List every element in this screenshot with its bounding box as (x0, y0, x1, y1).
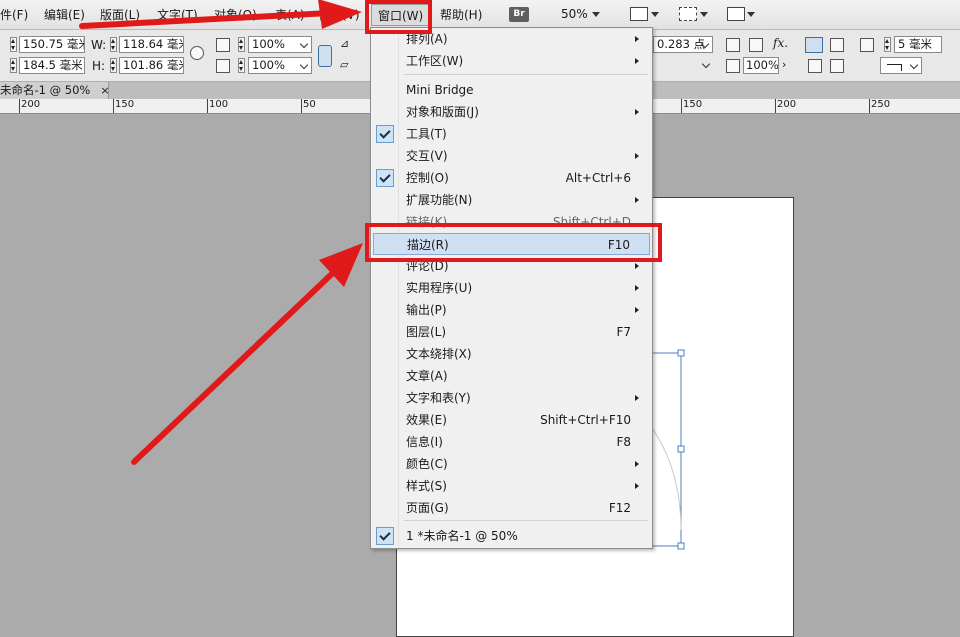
menu-item-16[interactable]: 文字和表(Y) (373, 387, 650, 409)
menu-item-4[interactable]: 工具(T) (373, 123, 650, 145)
annotation-box-stroke-item (365, 223, 662, 262)
menu-item-label: 扩展功能(N) (406, 193, 473, 207)
submenu-arrow-icon (635, 197, 639, 203)
menu-item-label: 文字和表(Y) (406, 391, 471, 405)
menu-item-label: 样式(S) (406, 479, 447, 493)
menu-item-17[interactable]: 效果(E) Shift+Ctrl+F10 (373, 409, 650, 431)
submenu-arrow-icon (635, 395, 639, 401)
submenu-arrow-icon (635, 36, 639, 42)
submenu-arrow-icon (635, 109, 639, 115)
menu-item-shortcut: F8 (616, 435, 631, 449)
menu-item-2[interactable]: Mini Bridge (373, 79, 650, 101)
menu-item-7[interactable]: 扩展功能(N) (373, 189, 650, 211)
window-menu-dropdown: 排列(A) 工作区(W) Mini Bridge 对象和版面(J) 工具(T) 交互(V)… (370, 27, 653, 549)
menu-item-13[interactable]: 图层(L) F7 (373, 321, 650, 343)
checkmark-icon (376, 125, 394, 143)
submenu-arrow-icon (635, 263, 639, 269)
menu-item-22[interactable]: 1 *未命名-1 @ 50% (373, 525, 650, 547)
menu-item-label: 输出(P) (406, 303, 447, 317)
menu-item-label: 效果(E) (406, 413, 447, 427)
menu-item-shortcut: Alt+Ctrl+6 (565, 171, 631, 185)
menu-item-19[interactable]: 颜色(C) (373, 453, 650, 475)
submenu-arrow-icon (635, 58, 639, 64)
menu-item-shortcut: F12 (608, 501, 631, 515)
menu-item-14[interactable]: 文本绕排(X) (373, 343, 650, 365)
submenu-arrow-icon (635, 461, 639, 467)
menu-item-label: 1 *未命名-1 @ 50% (406, 529, 518, 543)
menu-separator (404, 520, 648, 521)
menu-item-12[interactable]: 输出(P) (373, 299, 650, 321)
annotation-box-window-menu (365, 0, 432, 34)
menu-item-label: 交互(V) (406, 149, 448, 163)
menu-item-label: 实用程序(U) (406, 281, 473, 295)
submenu-arrow-icon (635, 153, 639, 159)
menu-item-shortcut: F7 (616, 325, 631, 339)
menu-item-20[interactable]: 样式(S) (373, 475, 650, 497)
menu-item-label: 文章(A) (406, 369, 448, 383)
menu-item-15[interactable]: 文章(A) (373, 365, 650, 387)
checkmark-icon (376, 169, 394, 187)
menu-item-18[interactable]: 信息(I) F8 (373, 431, 650, 453)
menu-item-label: Mini Bridge (406, 83, 474, 97)
checkmark-icon (376, 527, 394, 545)
submenu-arrow-icon (635, 307, 639, 313)
submenu-arrow-icon (635, 483, 639, 489)
menu-item-label: 工具(T) (406, 127, 447, 141)
menu-item-6[interactable]: 控制(O) Alt+Ctrl+6 (373, 167, 650, 189)
menu-item-label: 图层(L) (406, 325, 447, 339)
menu-separator (404, 74, 648, 75)
menu-item-label: 信息(I) (406, 435, 443, 449)
menu-item-21[interactable]: 页面(G) F12 (373, 497, 650, 519)
menu-item-label: 颜色(C) (406, 457, 448, 471)
menu-item-11[interactable]: 实用程序(U) (373, 277, 650, 299)
menu-item-label: 对象和版面(J) (406, 105, 479, 119)
menu-item-label: 工作区(W) (406, 54, 464, 68)
menu-item-1[interactable]: 工作区(W) (373, 50, 650, 72)
menu-item-3[interactable]: 对象和版面(J) (373, 101, 650, 123)
menu-item-label: 控制(O) (406, 171, 449, 185)
menu-item-5[interactable]: 交互(V) (373, 145, 650, 167)
menu-item-label: 页面(G) (406, 501, 449, 515)
menu-item-label: 文本绕排(X) (406, 347, 472, 361)
menu-item-shortcut: Shift+Ctrl+F10 (540, 413, 631, 427)
submenu-arrow-icon (635, 285, 639, 291)
